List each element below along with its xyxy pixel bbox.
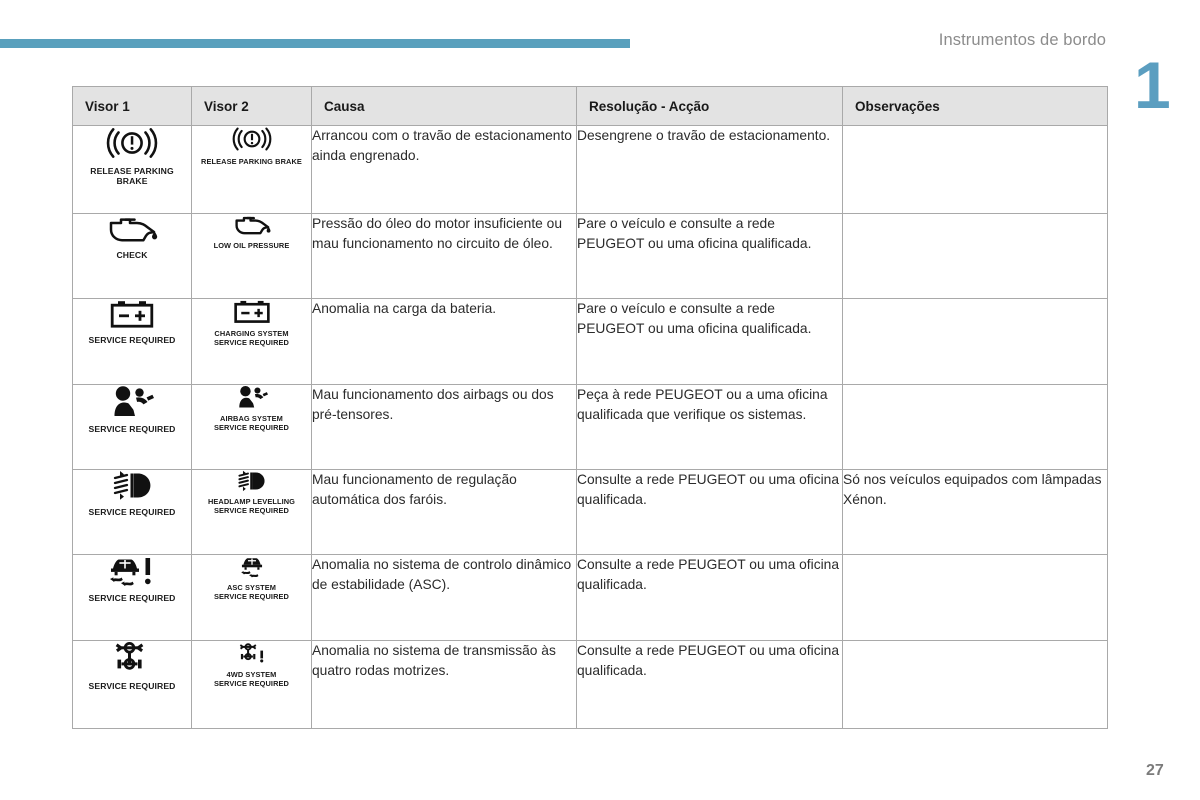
- telltale-oil-check: CHECK: [73, 214, 191, 260]
- cell-visor1: SERVICE REQUIRED: [72, 469, 192, 555]
- cell-visor1: SERVICE REQUIRED: [72, 298, 192, 385]
- cell-visor2: ASC SYSTEM SERVICE REQUIRED: [191, 554, 312, 641]
- telltale-four-wheel-drive-system: 4WD SYSTEM SERVICE REQUIRED: [192, 641, 311, 689]
- column-header-visor1: Visor 1: [72, 86, 192, 126]
- cell-visor1: SERVICE REQUIRED: [72, 384, 192, 470]
- table-row: CHECK LOW OIL PRESSURE Pressão do óleo d…: [72, 213, 1108, 299]
- header-accent-bar: [0, 39, 630, 48]
- oil-can-icon: [105, 214, 159, 244]
- cell-observacoes: [842, 554, 1108, 641]
- cell-visor1: SERVICE REQUIRED: [72, 554, 192, 641]
- telltale-caption: RELEASE PARKING BRAKE: [90, 166, 174, 187]
- cell-visor1: RELEASE PARKING BRAKE: [72, 125, 192, 214]
- cell-observacoes: [842, 125, 1108, 214]
- cell-causa: Mau funcionamento de regulação automátic…: [311, 469, 577, 555]
- telltale-caption: SERVICE REQUIRED: [88, 507, 176, 517]
- cell-causa: Anomalia no sistema de controlo dinâmico…: [311, 554, 577, 641]
- cell-resolucao: Consulte a rede PEUGEOT ou uma oficina q…: [576, 469, 843, 555]
- telltale-caption: SERVICE REQUIRED: [88, 681, 176, 691]
- telltale-caption: SERVICE REQUIRED: [88, 335, 176, 345]
- telltale-caption: LOW OIL PRESSURE: [213, 241, 290, 250]
- telltale-caption: AIRBAG SYSTEM SERVICE REQUIRED: [214, 414, 289, 432]
- telltale-headlamp-levelling-system: HEADLAMP LEVELLING SERVICE REQUIRED: [192, 470, 311, 516]
- telltale-caption: RELEASE PARKING BRAKE: [201, 157, 302, 166]
- table-row: RELEASE PARKING BRAKE RELEASE PARKING BR…: [72, 125, 1108, 214]
- telltale-battery: SERVICE REQUIRED: [73, 299, 191, 345]
- cell-observacoes: [842, 213, 1108, 299]
- page-title: Instrumentos de bordo: [938, 31, 1106, 49]
- telltale-caption: ASC SYSTEM SERVICE REQUIRED: [214, 583, 289, 601]
- telltale-release-parking-brake: RELEASE PARKING BRAKE: [73, 126, 191, 186]
- cell-visor1: CHECK: [72, 213, 192, 299]
- column-header-causa: Causa: [311, 86, 577, 126]
- cell-resolucao: Peça à rede PEUGEOT ou a uma oficina qua…: [576, 384, 843, 470]
- airbag-icon: [235, 385, 269, 409]
- telltale-asc-system: ASC SYSTEM SERVICE REQUIRED: [192, 555, 311, 602]
- chapter-number: 1: [1134, 48, 1171, 122]
- cell-visor2: LOW OIL PRESSURE: [191, 213, 312, 299]
- cell-observacoes: [842, 640, 1108, 729]
- release-parking-brake-icon: [232, 126, 272, 152]
- telltale-headlamp-levelling: SERVICE REQUIRED: [73, 470, 191, 517]
- cell-visor2: HEADLAMP LEVELLING SERVICE REQUIRED: [191, 469, 312, 555]
- four-wheel-drive-icon: [237, 641, 267, 665]
- telltale-four-wheel-drive: SERVICE REQUIRED: [73, 641, 191, 691]
- telltale-airbag-system: AIRBAG SYSTEM SERVICE REQUIRED: [192, 385, 311, 433]
- column-header-visor2: Visor 2: [191, 86, 312, 126]
- telltale-asc-stability: SERVICE REQUIRED: [73, 555, 191, 603]
- cell-resolucao: Pare o veículo e consulte a rede PEUGEOT…: [576, 213, 843, 299]
- asc-stability-icon: [107, 555, 157, 587]
- page-number: 27: [1146, 762, 1164, 779]
- column-header-resolucao: Resolução - Acção: [576, 86, 843, 126]
- telltale-low-oil-pressure: LOW OIL PRESSURE: [192, 214, 311, 251]
- cell-visor2: RELEASE PARKING BRAKE: [191, 125, 312, 214]
- table-row: SERVICE REQUIRED AIRBAG SYSTEM SERVICE R…: [72, 384, 1108, 470]
- cell-resolucao: Pare o veículo e consulte a rede PEUGEOT…: [576, 298, 843, 385]
- oil-can-icon: [232, 214, 272, 236]
- release-parking-brake-icon: [106, 126, 158, 160]
- cell-causa: Anomalia no sistema de transmissão às qu…: [311, 640, 577, 729]
- cell-observacoes: [842, 298, 1108, 385]
- cell-causa: Arrancou com o travão de estacionamento …: [311, 125, 577, 214]
- telltale-caption: 4WD SYSTEM SERVICE REQUIRED: [214, 670, 289, 688]
- table-row: SERVICE REQUIRED: [72, 554, 1108, 641]
- battery-icon: [109, 299, 155, 329]
- cell-resolucao: Desengrene o travão de estacionamento.: [576, 125, 843, 214]
- telltale-airbag: SERVICE REQUIRED: [73, 385, 191, 434]
- telltale-caption: CHECK: [116, 250, 148, 260]
- warning-lamps-table-wrapper: Visor 1 Visor 2 Causa Resolução - Acção …: [72, 86, 1108, 729]
- headlamp-levelling-icon: [109, 470, 155, 501]
- cell-resolucao: Consulte a rede PEUGEOT ou uma oficina q…: [576, 640, 843, 729]
- cell-visor1: SERVICE REQUIRED: [72, 640, 192, 729]
- table-row: SERVICE REQUIRED CHARGING SYSTEM SERVICE…: [72, 298, 1108, 385]
- asc-stability-icon: [238, 555, 266, 578]
- telltale-charging-system: CHARGING SYSTEM SERVICE REQUIRED: [192, 299, 311, 348]
- table-row: SERVICE REQUIRED: [72, 469, 1108, 555]
- battery-icon: [233, 299, 271, 324]
- airbag-icon: [109, 385, 155, 418]
- four-wheel-drive-icon: [111, 641, 153, 675]
- cell-visor2: 4WD SYSTEM SERVICE REQUIRED: [191, 640, 312, 729]
- table-row: SERVICE REQUIRED: [72, 640, 1108, 729]
- headlamp-levelling-icon: [235, 470, 268, 492]
- cell-visor2: CHARGING SYSTEM SERVICE REQUIRED: [191, 298, 312, 385]
- cell-visor2: AIRBAG SYSTEM SERVICE REQUIRED: [191, 384, 312, 470]
- telltale-caption: SERVICE REQUIRED: [88, 424, 176, 434]
- cell-causa: Anomalia na carga da bateria.: [311, 298, 577, 385]
- cell-causa: Mau funcionamento dos airbags ou dos pré…: [311, 384, 577, 470]
- telltale-caption: HEADLAMP LEVELLING SERVICE REQUIRED: [207, 497, 296, 515]
- telltale-caption: SERVICE REQUIRED: [88, 593, 176, 603]
- column-header-observacoes: Observações: [842, 86, 1108, 126]
- cell-observacoes: [842, 384, 1108, 470]
- cell-resolucao: Consulte a rede PEUGEOT ou uma oficina q…: [576, 554, 843, 641]
- cell-causa: Pressão do óleo do motor insuficiente ou…: [311, 213, 577, 299]
- table-header-row: Visor 1 Visor 2 Causa Resolução - Acção …: [72, 86, 1108, 126]
- telltale-caption: CHARGING SYSTEM SERVICE REQUIRED: [214, 329, 289, 347]
- telltale-release-parking-brake: RELEASE PARKING BRAKE: [192, 126, 311, 167]
- cell-observacoes: Só nos veículos equipados com lâmpadas X…: [842, 469, 1108, 555]
- warning-lamps-table: Visor 1 Visor 2 Causa Resolução - Acção …: [72, 86, 1108, 729]
